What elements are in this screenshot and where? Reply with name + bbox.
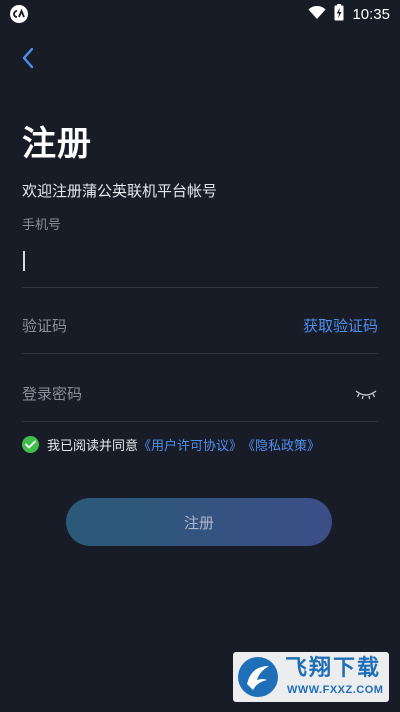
password-input[interactable] [22, 382, 322, 406]
watermark: 飞翔下载 WWW.FXXZ.COM [233, 652, 389, 702]
watermark-title: 飞翔下载 [285, 656, 382, 681]
register-button[interactable]: 注册 [66, 498, 332, 546]
back-button[interactable] [14, 44, 42, 72]
code-field: 获取验证码 [22, 300, 378, 354]
phone-label: 手机号 [22, 218, 62, 233]
phone-field [22, 240, 378, 288]
page-title: 注册 [22, 124, 92, 164]
status-right: 10:35 [308, 3, 390, 25]
watermark-url: WWW.FXXZ.COM [287, 684, 384, 696]
privacy-policy-link[interactable]: 《隐私政策》 [242, 435, 320, 454]
agreement-row: 我已阅读并同意 《用户许可协议》 《隐私政策》 [22, 434, 320, 454]
password-field [22, 367, 378, 422]
watermark-logo-icon [238, 657, 278, 697]
eye-closed-icon [355, 390, 377, 400]
app-badge-icon [10, 5, 28, 23]
wifi-icon [308, 5, 326, 24]
check-icon [25, 440, 36, 448]
get-code-button[interactable]: 获取验证码 [303, 315, 378, 337]
password-visibility-toggle[interactable] [354, 385, 378, 403]
status-bar: 10:35 [0, 0, 400, 28]
phone-input[interactable] [22, 248, 362, 274]
page-subtitle: 欢迎注册蒲公英联机平台帐号 [22, 182, 218, 200]
code-input[interactable] [22, 314, 262, 338]
agreement-text: 我已阅读并同意 [47, 438, 139, 454]
chevron-left-icon [22, 47, 34, 69]
battery-charging-icon [334, 3, 344, 25]
status-time: 10:35 [352, 5, 390, 23]
agreement-checkbox[interactable] [22, 435, 39, 453]
user-agreement-link[interactable]: 《用户许可协议》 [138, 435, 242, 454]
